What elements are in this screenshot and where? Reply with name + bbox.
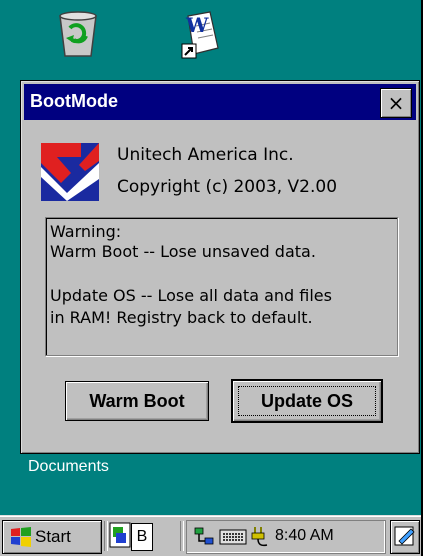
taskbar-separator	[180, 521, 184, 551]
screen-frame	[421, 0, 432, 556]
keyboard-icon[interactable]	[219, 529, 247, 545]
copyright-text: Copyright (c) 2003, V2.00	[117, 177, 338, 197]
update-os-button[interactable]: Update OS	[231, 379, 383, 423]
power-icon[interactable]	[249, 525, 271, 549]
svg-text:W: W	[185, 13, 209, 37]
company-name: Unitech America Inc.	[117, 145, 294, 165]
recycle-bin-icon[interactable]	[52, 6, 104, 58]
dialog-title: BootMode	[30, 91, 118, 111]
warning-heading: Warning:	[50, 222, 122, 241]
system-tray: 8:40 AM	[186, 520, 386, 554]
bootmode-task-button[interactable]: B	[131, 523, 153, 551]
start-label: Start	[35, 527, 71, 546]
warm-boot-label: Warm Boot	[89, 390, 185, 411]
clock[interactable]: 8:40 AM	[275, 527, 334, 545]
close-button[interactable]: ×	[380, 88, 412, 118]
corner-button[interactable]	[390, 520, 420, 554]
unitech-logo-icon	[41, 143, 99, 201]
taskbar: Start B 8:40 AM	[0, 515, 421, 556]
start-button[interactable]: Start	[2, 520, 102, 554]
dialog-titlebar[interactable]: BootMode ×	[24, 84, 416, 120]
documents-label[interactable]: Documents	[28, 458, 109, 476]
warning-line-registry: in RAM! Registry back to default.	[50, 308, 313, 327]
desktop: W BootMode × Unitech America Inc. Copyri…	[0, 0, 421, 556]
pen-edit-icon	[394, 526, 415, 546]
warning-line-update-os: Update OS -- Lose all data and files	[50, 286, 332, 305]
windows-logo-icon	[11, 527, 31, 547]
warm-boot-button[interactable]: Warm Boot	[65, 381, 209, 421]
close-icon: ×	[387, 91, 405, 115]
warning-line-warm-boot: Warm Boot -- Lose unsaved data.	[50, 242, 316, 261]
warning-box: Warning: Warm Boot -- Lose unsaved data.…	[45, 217, 398, 356]
network-icon[interactable]	[193, 526, 217, 548]
bootmode-dialog: BootMode × Unitech America Inc. Copyrigh…	[20, 80, 420, 454]
update-os-label: Update OS	[260, 390, 353, 411]
word-document-shortcut-icon[interactable]: W	[176, 8, 228, 60]
